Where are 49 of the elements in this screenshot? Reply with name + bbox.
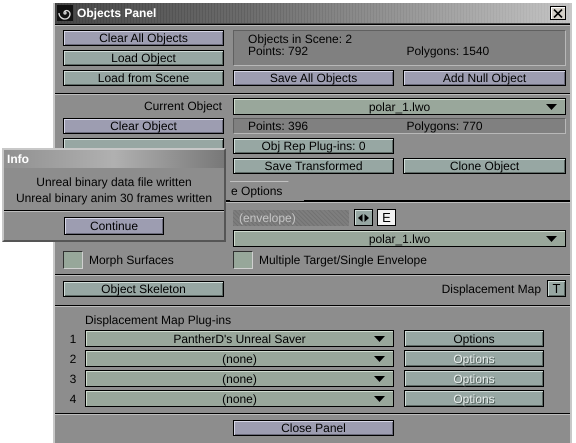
checkbox-label: Multiple Target/Single Envelope xyxy=(259,252,427,268)
add-null-object-button[interactable]: Add Null Object xyxy=(403,70,566,86)
load-from-scene-button[interactable]: Load from Scene xyxy=(63,70,224,86)
dialog-title: Info xyxy=(7,152,29,166)
points-count: Points: 792 xyxy=(248,45,310,57)
row-number: 2 xyxy=(68,350,78,366)
objects-count: Objects in Scene: 2 xyxy=(248,33,354,45)
caret-icon xyxy=(374,376,385,382)
current-object-dropdown[interactable]: polar_1.lwo xyxy=(233,98,566,115)
clear-object-button[interactable]: Clear Object xyxy=(63,118,224,134)
clear-all-objects-button[interactable]: Clear All Objects xyxy=(63,30,224,46)
checkbox[interactable] xyxy=(233,251,253,269)
caret-icon xyxy=(546,236,557,242)
e-button[interactable]: E xyxy=(377,209,396,226)
points-count: Points: 396 xyxy=(248,120,310,132)
row-number: 1 xyxy=(68,330,78,346)
displacement-map-label: Displacement Map xyxy=(442,280,541,296)
section-title: Displacement Map Plug-ins xyxy=(84,313,232,327)
morph-target-dropdown[interactable]: polar_1.lwo xyxy=(233,230,566,247)
spiral-icon xyxy=(57,5,73,21)
checkbox-label: Morph Surfaces xyxy=(89,252,174,268)
caret-icon xyxy=(374,396,385,402)
save-transformed-button[interactable]: Save Transformed xyxy=(233,158,394,174)
options-button[interactable]: Options xyxy=(404,330,544,347)
current-object-label: Current Object xyxy=(142,98,223,114)
load-object-button[interactable]: Load Object xyxy=(63,50,224,66)
polygons-count: Polygons: 1540 xyxy=(406,45,490,57)
texture-button[interactable]: T xyxy=(547,280,566,297)
close-panel-button[interactable]: Close Panel xyxy=(233,420,394,436)
row-number: 3 xyxy=(68,370,78,386)
message-text: Unreal binary data file written xyxy=(36,174,192,190)
row-number: 4 xyxy=(68,390,78,406)
obj-rep-plugins-button[interactable]: Obj Rep Plug-ins: 0 xyxy=(233,138,394,154)
close-button[interactable] xyxy=(550,6,566,20)
tab[interactable]: e Options xyxy=(230,181,304,201)
left-right-arrows-icon xyxy=(358,214,369,222)
plugin-dropdown[interactable]: PantherD's Unreal Saver xyxy=(85,330,394,347)
continue-button[interactable]: Continue xyxy=(64,217,164,235)
save-all-objects-button[interactable]: Save All Objects xyxy=(233,70,394,86)
message-text: Unreal binary anim 30 frames written xyxy=(16,190,212,206)
clone-object-button[interactable]: Clone Object xyxy=(403,158,566,174)
caret-icon xyxy=(374,356,385,362)
caret-icon xyxy=(374,336,385,342)
arrows-button[interactable] xyxy=(354,209,373,226)
window-title: Objects Panel xyxy=(77,6,156,20)
checkbox[interactable] xyxy=(63,251,83,269)
caret-icon xyxy=(546,104,557,110)
object-skeleton-button[interactable]: Object Skeleton xyxy=(63,280,224,296)
polygons-count: Polygons: 770 xyxy=(406,120,484,132)
